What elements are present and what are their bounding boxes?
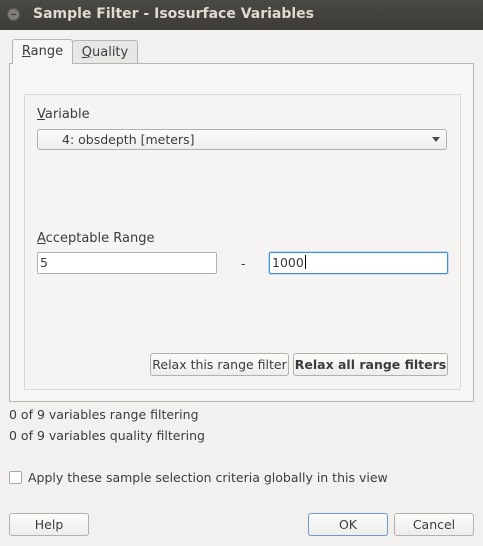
range-max-input[interactable]: 1000 xyxy=(269,252,448,274)
acceptable-range-text: cceptable Range xyxy=(45,231,155,246)
title-bar: Sample Filter - Isosurface Variables xyxy=(0,0,483,30)
acceptable-range-mnemonic: A xyxy=(37,231,46,246)
apply-globally-checkbox[interactable] xyxy=(9,471,22,484)
tab-quality-mnemonic: Q xyxy=(81,45,92,60)
chevron-down-icon xyxy=(432,137,440,142)
relax-all-ranges-button[interactable]: Relax all range filters xyxy=(293,353,448,376)
ok-button[interactable]: OK xyxy=(308,513,388,536)
relax-this-range-button[interactable]: Relax this range filter xyxy=(150,353,289,376)
close-icon[interactable] xyxy=(7,8,20,21)
help-button[interactable]: Help xyxy=(9,513,89,536)
variable-select[interactable]: 4: obsdepth [meters] xyxy=(37,129,447,150)
range-separator: - xyxy=(241,256,246,271)
range-min-value: 5 xyxy=(40,255,48,270)
range-tab-panel: Variable 4: obsdepth [meters] Acceptable… xyxy=(9,63,474,402)
window-title: Sample Filter - Isosurface Variables xyxy=(33,6,315,22)
tab-quality-label: uality xyxy=(92,45,129,60)
acceptable-range-label: Acceptable Range xyxy=(37,231,154,246)
tab-quality[interactable]: Quality xyxy=(72,40,138,63)
range-group: Variable 4: obsdepth [meters] Acceptable… xyxy=(24,94,461,390)
text-cursor xyxy=(304,255,306,269)
cancel-button[interactable]: Cancel xyxy=(394,513,474,536)
variable-label-text: ariable xyxy=(44,107,90,122)
apply-globally-label[interactable]: Apply these sample selection criteria gl… xyxy=(28,470,388,485)
quality-filtering-status: 0 of 9 variables quality filtering xyxy=(9,428,205,443)
variable-select-value: 4: obsdepth [meters] xyxy=(62,132,195,147)
range-min-input[interactable]: 5 xyxy=(37,252,217,274)
tab-range-label: ange xyxy=(30,44,64,59)
range-filtering-status: 0 of 9 variables range filtering xyxy=(9,407,199,422)
tab-range[interactable]: Range xyxy=(12,39,73,64)
tab-range-mnemonic: R xyxy=(21,44,31,59)
variable-label-mnemonic: V xyxy=(37,107,45,122)
variable-label: Variable xyxy=(37,107,90,122)
range-max-value: 1000 xyxy=(272,255,304,270)
